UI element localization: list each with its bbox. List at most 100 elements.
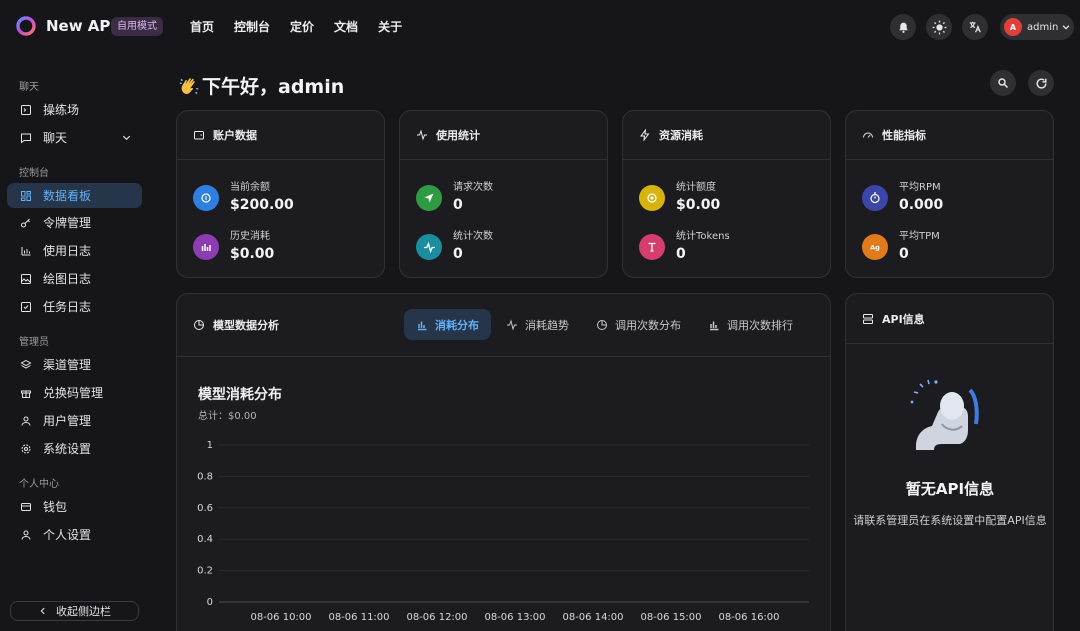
empty-state-illustration [908,376,992,452]
lightning-icon [639,129,651,141]
x-tick-label: 08-06 13:00 [484,612,545,623]
card-performance: 性能指标 平均RPM0.000 Ag 平均TPM0 [845,110,1054,278]
sidebar-item-channels[interactable]: 渠道管理 [7,352,142,377]
refresh-icon [1035,77,1048,90]
stat-tokens: 统计Tokens0 [639,230,730,264]
playground-icon [20,104,32,116]
stat-value: 0 [453,195,493,215]
logo-icon[interactable] [16,16,36,36]
stat-avg-tpm: Ag 平均TPM0 [862,230,940,264]
card-model-analysis: 模型数据分析 消耗分布 消耗趋势 调用次数分布 调用次数排行 模型消耗分布 总计… [176,293,831,631]
brand-name[interactable]: New API [46,17,116,35]
sidebar-item-label: 系统设置 [43,440,91,457]
search-icon [997,77,1009,89]
chat-icon [20,132,32,144]
bell-icon [897,21,910,34]
sidebar-section-admin: 管理员 [19,333,49,348]
search-button[interactable] [990,70,1016,96]
y-tick-label: 0 [207,597,213,608]
sidebar-section-personal: 个人中心 [19,475,59,490]
sidebar-item-playground[interactable]: 操练场 [7,97,142,122]
chevron-left-icon [38,606,48,616]
card-api-info: API信息 暂无API信息 请联系管理员在系统设置中配置API信息 [845,293,1054,631]
sidebar-item-wallet[interactable]: 钱包 [7,494,142,519]
stat-value: 0 [676,244,730,264]
card-header: 账户数据 [177,111,384,160]
stat-label: 统计次数 [453,230,493,244]
sidebar-item-label: 渠道管理 [43,356,91,373]
nav-pricing[interactable]: 定价 [290,18,314,35]
sidebar-item-drawing-logs[interactable]: 绘图日志 [7,266,142,291]
gear-icon [20,443,32,455]
sidebar-item-label: 个人设置 [43,526,91,543]
sidebar-item-label: 兑换码管理 [43,384,103,401]
sidebar-item-personal-settings[interactable]: 个人设置 [7,522,142,547]
sidebar-item-label: 令牌管理 [43,214,91,231]
silver-tag-icon: Ag [862,234,888,260]
collapse-sidebar-button[interactable]: 收起侧边栏 [10,601,139,621]
stat-current-balance: 当前余额$200.00 [193,181,294,215]
sidebar-item-dashboard[interactable]: 数据看板 [7,183,142,208]
x-tick-label: 08-06 16:00 [718,612,779,623]
stat-avg-rpm: 平均RPM0.000 [862,181,943,215]
sidebar-item-users[interactable]: 用户管理 [7,408,142,433]
refresh-button[interactable] [1028,70,1054,96]
x-tick-label: 08-06 14:00 [562,612,623,623]
top-bar: New API 自用模式 首页 控制台 定价 文档 关于 A admin [0,0,1080,54]
sidebar-item-chat[interactable]: 聊天 [7,125,142,150]
sidebar-item-label: 聊天 [43,129,67,146]
wallet-icon [193,129,205,141]
nav-home[interactable]: 首页 [190,18,214,35]
user-icon [20,415,32,427]
card-title: 使用统计 [436,127,480,143]
notification-button[interactable] [890,14,916,40]
sidebar-item-usage-logs[interactable]: 使用日志 [7,238,142,263]
empty-state-title: 暂无API信息 [846,478,1054,499]
nav-docs[interactable]: 文档 [334,18,358,35]
x-tick-label: 08-06 11:00 [328,612,389,623]
collapse-sidebar-label: 收起侧边栏 [56,603,111,619]
greeting-text: 下午好，admin [202,72,344,99]
card-header: API信息 [846,294,1053,344]
language-button[interactable] [962,14,988,40]
stat-label: 统计额度 [676,181,720,195]
stat-value: 0 [453,244,493,264]
theme-toggle-button[interactable] [926,14,952,40]
card-header: 使用统计 [400,111,607,160]
waving-hand-icon [178,75,200,97]
stat-value: $0.00 [676,195,720,215]
sidebar-item-redeem-codes[interactable]: 兑换码管理 [7,380,142,405]
stat-historical-cost: 历史消耗$0.00 [193,230,274,264]
empty-state-description: 请联系管理员在系统设置中配置API信息 [852,513,1048,529]
mode-badge: 自用模式 [111,17,163,36]
sidebar: 聊天 操练场 聊天 控制台 数据看板 令牌管理 使用日志 绘图日志 任务日志 管… [0,54,150,631]
card-account-data: 账户数据 当前余额$200.00 历史消耗$0.00 [176,110,385,278]
card-title: 资源消耗 [659,127,703,143]
card-title: API信息 [882,311,925,327]
sidebar-item-system-settings[interactable]: 系统设置 [7,436,142,461]
consumption-chart[interactable]: 00.20.40.60.8108-06 10:0008-06 11:0008-0… [177,294,830,631]
x-tick-label: 08-06 10:00 [250,612,311,623]
stat-label: 平均TPM [899,230,940,244]
stat-value: $0.00 [230,244,274,264]
stat-label: 当前余额 [230,181,294,195]
user-menu[interactable]: A admin [1000,14,1074,40]
sidebar-item-label: 用户管理 [43,412,91,429]
stat-value: $200.00 [230,195,294,215]
sidebar-item-task-logs[interactable]: 任务日志 [7,294,142,319]
stat-stat-count: 统计次数0 [416,230,493,264]
card-title: 账户数据 [213,127,257,143]
chevron-down-icon[interactable] [121,132,132,143]
y-tick-label: 0.4 [197,534,213,545]
card-resource-consumption: 资源消耗 统计额度$0.00 统计Tokens0 [622,110,831,278]
bar-chart-icon [193,234,219,260]
coin-icon [193,185,219,211]
nav-about[interactable]: 关于 [378,18,402,35]
layers-icon [20,359,32,371]
sidebar-item-label: 操练场 [43,101,79,118]
nav-console[interactable]: 控制台 [234,18,270,35]
stat-label: 请求次数 [453,181,493,195]
stat-value: 0 [899,244,940,264]
stopwatch-icon [862,185,888,211]
sidebar-item-tokens[interactable]: 令牌管理 [7,210,142,235]
